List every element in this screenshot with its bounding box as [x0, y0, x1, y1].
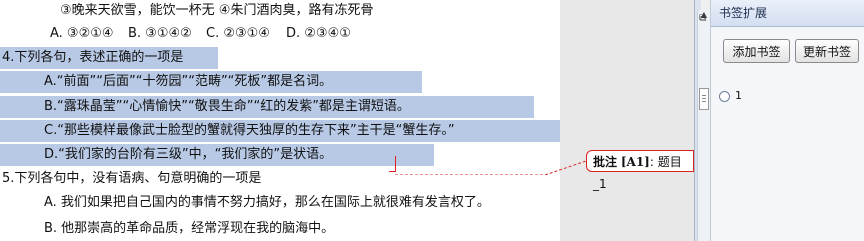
document-line[interactable]: A. ③②①④ B. ③①④② C. ②③①④ D. ②③④① [0, 23, 560, 45]
answer-option: C. ②③①④ [206, 26, 270, 41]
comment-margin [560, 0, 694, 241]
bookmark-pane-icon: ⧉ [699, 13, 707, 24]
comment-balloon[interactable]: 批注 [A1]: 题目_1 [586, 150, 694, 191]
line-text: C.“那些模样最像武士脸型的蟹就得天独厚的生存下来”主干是“蟹生存。” [44, 123, 455, 138]
document-line[interactable]: D.“我们家的台阶有三级”中，“我们家的”是状语。 [0, 144, 434, 166]
comment-prefix: 批注 [593, 155, 618, 169]
document-line[interactable]: B. 他那崇高的革命品质，经常浮现在我的脑海中。 [44, 218, 334, 240]
line-text: ③晚来天欲雪，能饮一杯无 ④朱门酒肉臭，路有冻死骨 [60, 3, 374, 18]
document-line[interactable]: 4.下列各句，表述正确的一项是 [0, 47, 218, 69]
pane-header: ⧉ 书签扩展 [699, 0, 864, 27]
bookmark-radio[interactable] [719, 90, 730, 102]
comment-ref: [A1] [620, 155, 650, 169]
add-bookmark-button[interactable]: 添加书签 [723, 39, 790, 63]
document-line[interactable]: A.“前面”“后面”“十笏园”“范畴”“死板”都是名词。 [0, 71, 422, 93]
document-line[interactable]: ③晚来天欲雪，能饮一杯无 ④朱门酒肉臭，路有冻死骨 [60, 0, 373, 22]
bookmark-label: 1 [735, 89, 742, 102]
line-text: B. 他那崇高的革命品质，经常浮现在我的脑海中。 [44, 221, 335, 236]
update-bookmark-button[interactable]: 更新书签 [795, 39, 859, 63]
answer-option: A. ③②①④ [50, 26, 114, 41]
document-page[interactable]: ③晚来天欲雪，能饮一杯无 ④朱门酒肉臭，路有冻死骨 A. ③②①④ B. ③①④② C… [0, 0, 560, 241]
line-text: 4.下列各句，表述正确的一项是 [2, 50, 184, 65]
vertical-scrollbar[interactable]: ▲ [697, 10, 710, 241]
document-line[interactable]: C.“那些模样最像武士脸型的蟹就得天独厚的生存下来”主干是“蟹生存。” [0, 120, 560, 142]
answer-option: B. ③①④② [128, 26, 192, 41]
document-line[interactable]: B.“露珠晶莹”“心情愉快”“敬畏生命”“红的发紫”都是主谓短语。 [0, 96, 534, 118]
line-text: A. 我们如果把自己国内的事情不努力搞好，那么在国际上就很难有发言权了。 [44, 195, 490, 210]
line-text: B.“露珠晶莹”“心情愉快”“敬畏生命”“红的发紫”都是主谓短语。 [44, 99, 410, 114]
bookmark-pane: ⧉ 书签扩展 添加书签 更新书签 1 [699, 0, 864, 241]
bookmark-item[interactable]: 1 [719, 88, 742, 104]
comment-anchor-mark [389, 156, 396, 172]
document-line[interactable]: 5.下列各句中，没有语病、句意明确的一项是 [2, 168, 261, 190]
scrollbar-thumb[interactable] [699, 88, 709, 110]
line-text: D.“我们家的台阶有三级”中，“我们家的”是状语。 [44, 147, 333, 162]
line-text: 5.下列各句中，没有语病、句意明确的一项是 [2, 171, 262, 186]
pane-title: 书签扩展 [719, 6, 768, 20]
answer-option: D. ②③④① [286, 26, 351, 41]
line-text: A.“前面”“后面”“十笏园”“范畴”“死板”都是名词。 [44, 74, 333, 89]
document-line[interactable]: A. 我们如果把自己国内的事情不努力搞好，那么在国际上就很难有发言权了。 [44, 192, 490, 214]
